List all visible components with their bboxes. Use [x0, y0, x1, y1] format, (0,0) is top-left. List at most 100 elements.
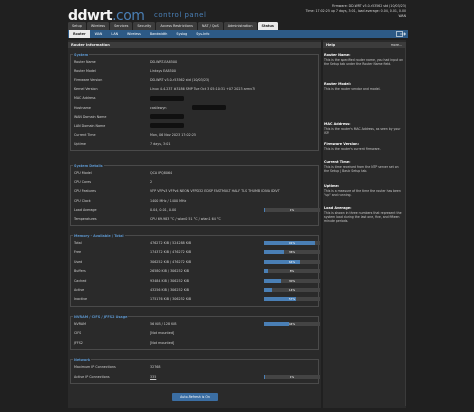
row-value: 32768	[150, 365, 161, 369]
help-title: Help more...	[323, 42, 406, 48]
info-row: Firmware Version DD-WRT v3.0-r53562 std (…	[74, 77, 318, 83]
info-row: Maximum IP Connections 32768	[74, 364, 318, 370]
sub-tab-wan[interactable]: WAN	[91, 30, 107, 38]
main-tab-access-restrictions[interactable]: Access Restrictions	[156, 22, 197, 30]
sub-tab-syslog[interactable]: Syslog	[172, 30, 191, 38]
usage-bar-percent: 91%	[288, 241, 296, 245]
main-navigation: Setup Wireless Services Security Access Rest…	[68, 22, 278, 30]
section-system-details: System Details CPU Model QCA IPQ8064 CPU Co…	[70, 164, 320, 227]
row-value: Mon, 06 Nov 2023 17:02:25	[150, 132, 197, 137]
time-line: Time: 17:02:25 up 7 days, 3:01, load ave…	[305, 9, 406, 13]
row-label: CIFS	[74, 331, 82, 336]
row-value: 56 KiB / 128 KiB	[150, 322, 177, 326]
info-row: Uptime 7 days, 3:01	[74, 141, 318, 147]
row-label: Current Time	[74, 132, 96, 137]
row-value: 93484 KiB / 306252 KiB	[150, 278, 190, 283]
main-tab-nat-qos[interactable]: NAT / QoS	[197, 22, 223, 30]
redacted-value	[150, 95, 184, 101]
help-more-link[interactable]: more...	[391, 42, 402, 48]
help-entry: Uptime: This is a measure of the time the…	[324, 184, 404, 197]
sub-tab-bandwidth[interactable]: Bandwidth	[146, 30, 172, 38]
usage-bar: 36%	[264, 250, 320, 255]
auto-refresh-button[interactable]: Auto-Refresh is On	[172, 393, 218, 401]
row-value: CPU 69.983 °C / wlan0 51 °C / wlan1 64 °…	[150, 217, 221, 221]
row-label: LAN Domain Name	[74, 123, 106, 128]
row-value: Linksys EA8500	[150, 69, 176, 74]
logout-icon[interactable]	[396, 31, 406, 37]
usage-bar: 64%	[264, 259, 320, 264]
usage-bar: 91%	[264, 241, 320, 245]
info-row: CPU Model QCA IPQ8064	[74, 170, 318, 176]
info-row: CIFS [Not mounted]	[74, 330, 318, 336]
row-label: Buffers	[74, 269, 86, 274]
usage-bar: 1%	[264, 374, 320, 379]
usage-bar-percent: 1%	[289, 374, 295, 379]
row-value: VFP VFPv3 VFPv4 NEON VFPD32 EDSP FASTMUL…	[150, 189, 280, 194]
usage-bar-percent: 64%	[288, 259, 296, 264]
usage-bar: 1%	[264, 207, 320, 212]
sub-navigation: Router WAN LAN Wireless Bandwidth Syslog Sys-I…	[68, 30, 408, 38]
row-label: CPU Clock	[74, 198, 91, 203]
section-system: System Router Name DD-WRT-EA8500 Router Mod…	[70, 53, 319, 151]
section-title: System	[73, 53, 90, 57]
header-status-info: Firmware: DD-WRT v3.0-r53562 std (10/03/…	[306, 4, 406, 19]
info-row: CPU Cores 2	[74, 179, 318, 185]
info-row: WAN Domain Name	[74, 114, 318, 120]
info-row: Kernel Version Linux 4.4.237 #3186 SMP Tu…	[74, 86, 318, 92]
row-label: Router Name	[74, 60, 96, 64]
section-title: NVRAM / CIFS / JFFS2 Usage	[73, 315, 129, 319]
main-tab-security[interactable]: Security	[133, 22, 156, 30]
row-label: Firmware Version	[74, 78, 103, 83]
info-row: Cached 93484 KiB / 306252 KiB 30%	[74, 278, 320, 284]
row-value: 306252 KiB / 476272 KiB	[150, 259, 192, 264]
info-row: JFFS2 [Not mounted]	[74, 340, 318, 346]
help-scrollbar[interactable]	[405, 48, 406, 406]
info-row: Total 476272 KiB / 524288 KiB 91%	[74, 240, 320, 246]
row-value: 26580 KiB / 306252 KiB	[150, 269, 190, 274]
info-row: CPU Clock 1400 MHz / 1400 MHz	[74, 198, 318, 204]
help-entry: Router Name: This is the specified router…	[324, 53, 404, 66]
row-label: CPU Model	[74, 171, 92, 175]
row-label: Load Average	[74, 207, 97, 212]
row-value: [Not mounted]	[150, 331, 175, 336]
row-label: Maximum IP Connections	[74, 365, 116, 369]
row-label: Cached	[74, 278, 87, 283]
help-entry: MAC Address: This is the router's MAC Add…	[324, 122, 404, 135]
info-row: Active 43256 KiB / 306252 KiB 14%	[74, 287, 320, 293]
help-entry-text: This is time received from the NTP serve…	[324, 164, 399, 173]
info-row: Load Average 0.04, 0.01, 0.00 1%	[74, 207, 320, 213]
row-value: DD-WRT v3.0-r53562 std (10/03/23)	[150, 78, 210, 83]
main-tab-administration[interactable]: Administration	[223, 22, 257, 30]
row-value: QCA IPQ8064	[150, 171, 173, 175]
main-tab-services[interactable]: Services	[110, 22, 133, 30]
usage-bar-percent: 30%	[288, 278, 296, 283]
sub-tab-router[interactable]: Router	[69, 30, 90, 38]
redacted-value	[150, 123, 184, 129]
usage-bar: 44%	[264, 322, 320, 326]
info-row: Hostname castlewyn	[74, 105, 318, 111]
sub-tab-sys-info[interactable]: Sys-Info	[192, 30, 213, 38]
row-label: Total	[74, 241, 82, 245]
help-entry-text: This is the router's MAC Address, as see…	[324, 126, 401, 135]
main-tab-status[interactable]: Status	[257, 22, 278, 30]
main-tab-wireless[interactable]: Wireless	[86, 22, 110, 30]
row-label: Uptime	[74, 141, 86, 146]
row-label: Active IP Connections	[74, 374, 110, 379]
section-title: Memory - Available / Total	[73, 234, 125, 238]
section-storage: NVRAM / CIFS / JFFS2 Usage NVRAM 56 KiB / …	[70, 315, 320, 351]
row-value: 175176 KiB / 306252 KiB	[150, 297, 192, 302]
info-row: NVRAM 56 KiB / 128 KiB 44%	[74, 321, 320, 327]
sub-tab-wireless[interactable]: Wireless	[123, 30, 145, 38]
section-title: Network	[73, 358, 92, 362]
info-row: Free 174372 KiB / 476272 KiB 36%	[74, 249, 320, 255]
help-entry-text: This is shown in three numbers that repr…	[324, 210, 402, 223]
row-value: 2	[150, 180, 153, 185]
sub-tab-lan[interactable]: LAN	[107, 30, 122, 38]
usage-bar-percent: 1%	[289, 207, 295, 212]
row-label: JFFS2	[74, 340, 83, 345]
logo-subtitle: control panel	[154, 11, 207, 19]
row-label: Temperatures	[74, 217, 97, 221]
help-entry-text: This is a measure of the time the router…	[324, 188, 401, 197]
main-tab-setup[interactable]: Setup	[68, 22, 86, 30]
active-connections-link[interactable]: 335	[150, 374, 156, 380]
